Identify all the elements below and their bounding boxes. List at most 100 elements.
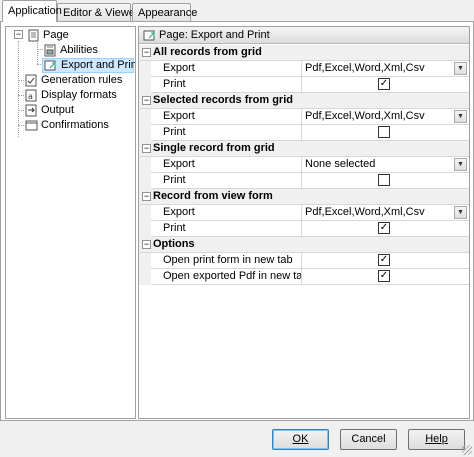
collapse-icon[interactable]: − — [142, 240, 151, 249]
resize-grip[interactable] — [462, 445, 472, 455]
property-name: Print — [151, 221, 302, 236]
collapse-icon[interactable]: − — [142, 48, 151, 57]
svg-text:a: a — [28, 92, 33, 101]
print-checkbox[interactable]: ✓ — [378, 78, 390, 90]
row-gutter — [139, 253, 151, 269]
cancel-button-label: Cancel — [351, 433, 386, 445]
category-title: Options — [153, 238, 195, 250]
rules-icon — [25, 74, 37, 87]
property-name: Print — [151, 125, 302, 140]
row-gutter — [139, 221, 151, 237]
property-name: Export — [151, 61, 302, 76]
property-row[interactable]: Export None selected ▼ — [139, 157, 469, 173]
row-gutter — [139, 205, 151, 221]
formats-icon: a — [25, 89, 37, 102]
open-print-form-checkbox[interactable]: ✓ — [378, 254, 390, 266]
tab-appearance[interactable]: Appearance — [132, 3, 197, 22]
dropdown-value: Pdf,Excel,Word,Xml,Csv — [305, 206, 425, 218]
category-title: Single record from grid — [153, 142, 275, 154]
category-title: Record from view form — [153, 190, 273, 202]
property-row[interactable]: Open print form in new tab ✓ — [139, 253, 469, 269]
print-checkbox[interactable]: ✓ — [378, 222, 390, 234]
tree-connector — [18, 41, 19, 137]
row-gutter — [139, 125, 151, 141]
option-value: ✓ — [303, 269, 469, 284]
options-panel: − Page Abilities Export and Print Genera… — [0, 21, 474, 421]
page-header: Page: Export and Print — [139, 27, 469, 44]
tab-appearance-label: Appearance — [138, 7, 198, 19]
property-row[interactable]: Print ✓ — [139, 221, 469, 237]
export-formats-dropdown[interactable]: Pdf,Excel,Word,Xml,Csv ▼ — [303, 61, 469, 76]
row-gutter — [139, 61, 151, 77]
tree-item-abilities[interactable]: Abilities — [42, 43, 98, 58]
settings-tree: − Page Abilities Export and Print Genera… — [5, 26, 136, 419]
ok-button-label: OK — [292, 433, 309, 445]
export-formats-dropdown[interactable]: Pdf,Excel,Word,Xml,Csv ▼ — [303, 205, 469, 220]
property-name: Open exported Pdf in new tab — [151, 269, 302, 284]
collapse-icon: − — [15, 29, 22, 39]
chevron-down-icon[interactable]: ▼ — [454, 158, 467, 171]
tree-item-export-and-print[interactable]: Export and Print — [42, 58, 136, 73]
property-name: Export — [151, 157, 302, 172]
row-gutter — [139, 269, 151, 285]
page-title: Page: Export and Print — [159, 29, 270, 41]
category-title: All records from grid — [153, 46, 262, 58]
print-value — [303, 173, 469, 188]
tab-editor-viewers[interactable]: Editor & Viewers — [57, 3, 144, 22]
chevron-down-icon[interactable]: ▼ — [454, 62, 467, 75]
tree-item-display-formats[interactable]: a Display formats — [23, 88, 117, 103]
collapse-icon[interactable]: − — [142, 144, 151, 153]
category-selected-records[interactable]: − Selected records from grid — [139, 93, 469, 109]
confirm-icon — [25, 120, 38, 131]
tab-bar: Application Editor & Viewers Appearance — [0, 0, 474, 22]
open-exported-pdf-checkbox[interactable]: ✓ — [378, 270, 390, 282]
tree-item-page[interactable]: Page — [25, 28, 69, 43]
export-formats-dropdown[interactable]: None selected ▼ — [303, 157, 469, 172]
dropdown-value: None selected — [305, 158, 376, 170]
property-row[interactable]: Print ✓ — [139, 77, 469, 93]
property-row[interactable]: Export Pdf,Excel,Word,Xml,Csv ▼ — [139, 205, 469, 221]
export-icon — [44, 60, 56, 71]
output-icon — [25, 104, 37, 117]
category-all-records[interactable]: − All records from grid — [139, 45, 469, 61]
print-checkbox[interactable] — [378, 174, 390, 186]
row-gutter — [139, 77, 151, 93]
tree-item-label: Export and Print — [61, 59, 136, 71]
print-checkbox[interactable] — [378, 126, 390, 138]
property-row[interactable]: Export Pdf,Excel,Word,Xml,Csv ▼ — [139, 109, 469, 125]
row-gutter — [139, 173, 151, 189]
abilities-icon — [44, 44, 56, 57]
property-name: Export — [151, 205, 302, 220]
collapse-icon[interactable]: − — [142, 192, 151, 201]
collapse-icon[interactable]: − — [142, 96, 151, 105]
option-value: ✓ — [303, 253, 469, 268]
cancel-button[interactable]: Cancel — [340, 429, 397, 450]
property-name: Open print form in new tab — [151, 253, 302, 268]
tree-item-generation-rules[interactable]: Generation rules — [23, 73, 122, 88]
help-button[interactable]: Help — [408, 429, 465, 450]
property-name: Export — [151, 109, 302, 124]
ok-button[interactable]: OK — [272, 429, 329, 450]
row-gutter — [139, 109, 151, 125]
page-icon — [28, 29, 39, 42]
tree-item-output[interactable]: Output — [23, 103, 74, 118]
tree-item-confirmations[interactable]: Confirmations — [23, 118, 109, 133]
property-row[interactable]: Print — [139, 173, 469, 189]
tree-connector — [37, 43, 38, 64]
chevron-down-icon[interactable]: ▼ — [454, 206, 467, 219]
chevron-down-icon[interactable]: ▼ — [454, 110, 467, 123]
export-icon — [143, 30, 155, 41]
property-row[interactable]: Open exported Pdf in new tab ✓ — [139, 269, 469, 285]
help-button-label: Help — [425, 433, 448, 445]
export-formats-dropdown[interactable]: Pdf,Excel,Word,Xml,Csv ▼ — [303, 109, 469, 124]
print-value: ✓ — [303, 77, 469, 92]
category-options[interactable]: − Options — [139, 237, 469, 253]
category-view-form[interactable]: − Record from view form — [139, 189, 469, 205]
tab-application-label: Application — [8, 5, 62, 17]
category-single-record[interactable]: − Single record from grid — [139, 141, 469, 157]
tree-collapse-toggle[interactable]: − — [14, 30, 23, 39]
tab-application[interactable]: Application — [2, 0, 62, 22]
print-value: ✓ — [303, 221, 469, 236]
property-row[interactable]: Export Pdf,Excel,Word,Xml,Csv ▼ — [139, 61, 469, 77]
property-row[interactable]: Print — [139, 125, 469, 141]
